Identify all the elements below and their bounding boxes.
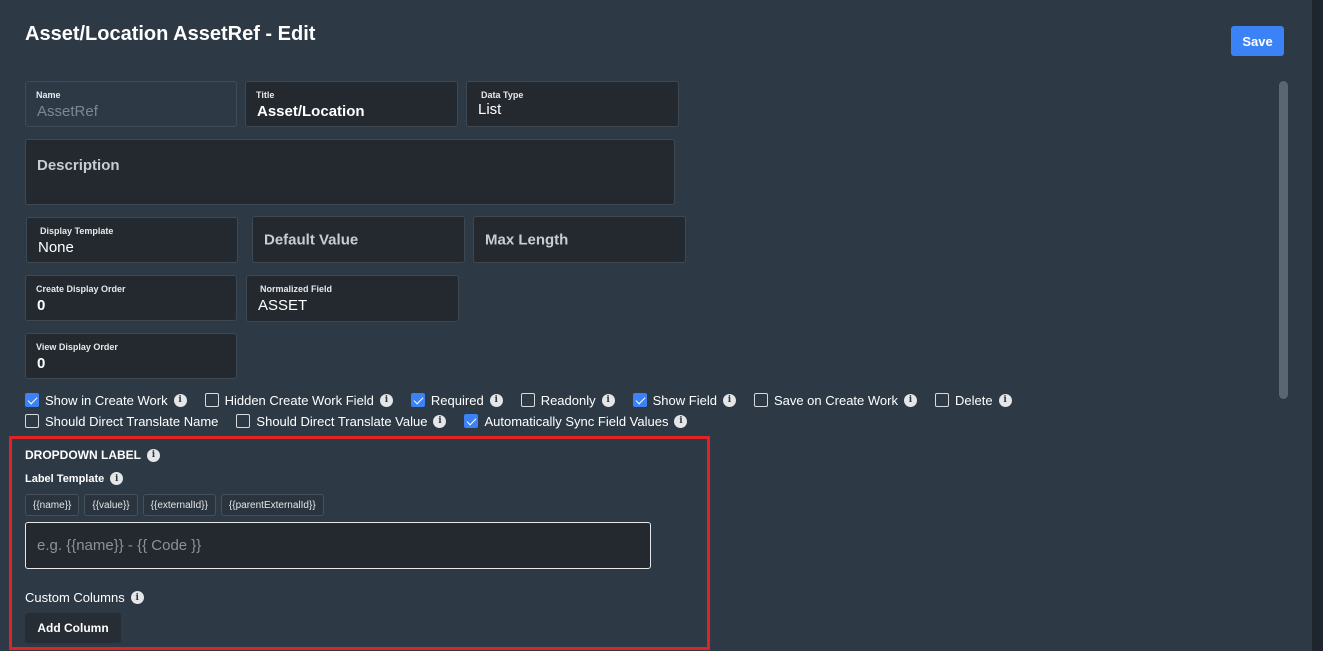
readonly-label: Readonly: [540, 392, 596, 408]
info-icon[interactable]: i: [674, 414, 688, 428]
view-display-order-field[interactable]: View Display Order 0: [25, 333, 237, 379]
data-type-select[interactable]: Data Type List: [466, 81, 679, 127]
required-checkbox[interactable]: [410, 393, 425, 407]
info-icon[interactable]: i: [173, 393, 187, 407]
info-icon[interactable]: i: [601, 393, 615, 407]
direct-translate-name-checkbox[interactable]: [25, 414, 39, 428]
info-icon[interactable]: i: [379, 393, 393, 407]
token-chip[interactable]: {{parentExternalId}}: [220, 494, 324, 516]
create-display-order-label: Create Display Order: [36, 284, 126, 294]
show-field-label: Show Field: [652, 392, 717, 408]
description-textarea[interactable]: Description: [25, 139, 675, 205]
info-icon[interactable]: i: [130, 591, 144, 604]
scrollbar-thumb[interactable]: [1279, 81, 1288, 399]
view-display-order-label: View Display Order: [36, 342, 118, 352]
name-field-value: AssetRef: [37, 103, 98, 120]
title-field-label: Title: [256, 90, 275, 100]
label-template-input[interactable]: [26, 523, 650, 568]
dropdown-label-title: DROPDOWN LABEL: [25, 448, 141, 462]
display-template-label: Display Template: [40, 226, 114, 236]
description-placeholder: Description: [37, 157, 120, 174]
delete-option[interactable]: Delete i: [934, 392, 1012, 408]
info-icon[interactable]: i: [998, 393, 1012, 407]
info-icon[interactable]: i: [903, 393, 917, 407]
token-chip[interactable]: {{externalId}}: [142, 494, 216, 516]
edit-panel: Asset/Location AssetRef - Edit Save Name…: [0, 0, 1312, 651]
info-icon[interactable]: i: [722, 393, 736, 407]
display-template-value: None: [38, 239, 74, 256]
normalized-field-value: ASSET: [258, 297, 308, 314]
max-length-field[interactable]: Max Length: [473, 216, 686, 263]
normalized-field-label: Normalized Field: [260, 284, 333, 294]
name-field[interactable]: Name AssetRef: [25, 81, 237, 127]
data-type-label: Data Type: [481, 90, 524, 100]
info-icon[interactable]: i: [110, 472, 124, 485]
show-in-create-work-label: Show in Create Work: [45, 392, 168, 408]
max-length-placeholder: Max Length: [485, 231, 569, 248]
custom-columns-heading: Custom Columns i: [25, 590, 144, 605]
save-on-create-work-option[interactable]: Save on Create Work i: [753, 392, 917, 408]
page-title: Asset/Location AssetRef - Edit: [25, 23, 316, 45]
name-field-label: Name: [36, 90, 61, 100]
auto-sync-field-values-option[interactable]: Automatically Sync Field Values i: [464, 413, 688, 429]
checkbox-row-2: Should Direct Translate Name Should Dire…: [25, 412, 701, 430]
required-label: Required: [430, 392, 484, 408]
direct-translate-value-checkbox[interactable]: [236, 414, 251, 428]
direct-translate-value-label: Should Direct Translate Value: [256, 413, 428, 429]
direct-translate-value-option[interactable]: Should Direct Translate Value i: [236, 413, 447, 429]
template-token-chips: {{name}} {{value}} {{externalId}} {{pare…: [25, 494, 329, 516]
delete-label: Delete: [954, 392, 993, 408]
label-template-title: Label Template: [25, 472, 105, 485]
info-icon[interactable]: i: [433, 414, 447, 428]
custom-columns-title: Custom Columns: [25, 590, 125, 605]
token-chip[interactable]: {{value}}: [84, 494, 138, 516]
hidden-create-work-field-option[interactable]: Hidden Create Work Field i: [204, 392, 393, 408]
info-icon[interactable]: i: [489, 393, 503, 407]
title-field-value: Asset/Location: [257, 103, 365, 120]
show-field-option[interactable]: Show Field i: [632, 392, 736, 408]
required-option[interactable]: Required i: [410, 392, 503, 408]
create-display-order-value: 0: [37, 297, 46, 314]
hidden-create-work-field-checkbox[interactable]: [204, 393, 219, 407]
info-icon[interactable]: i: [147, 448, 160, 462]
token-chip[interactable]: {{name}}: [25, 494, 80, 516]
direct-translate-name-label: Should Direct Translate Name: [45, 413, 219, 429]
data-type-value: List: [478, 101, 502, 118]
auto-sync-field-values-checkbox[interactable]: [464, 414, 479, 428]
auto-sync-field-values-label: Automatically Sync Field Values: [484, 413, 669, 429]
default-value-placeholder: Default Value: [264, 231, 359, 248]
show-in-create-work-checkbox[interactable]: [25, 393, 39, 407]
label-template-input-wrapper: [25, 522, 651, 569]
save-on-create-work-label: Save on Create Work: [773, 392, 898, 408]
show-in-create-work-option[interactable]: Show in Create Work i: [25, 393, 187, 408]
delete-checkbox[interactable]: [934, 393, 949, 407]
display-template-select[interactable]: Display Template None: [26, 217, 238, 263]
label-template-heading: Label Template i: [25, 472, 124, 485]
show-field-checkbox[interactable]: [632, 393, 647, 407]
direct-translate-name-option[interactable]: Should Direct Translate Name: [25, 414, 218, 429]
default-value-field[interactable]: Default Value: [252, 216, 465, 263]
checkbox-row-1: Show in Create Work i Hidden Create Work…: [25, 391, 1026, 409]
create-display-order-field[interactable]: Create Display Order 0: [25, 275, 237, 321]
title-field[interactable]: Title Asset/Location: [245, 81, 458, 127]
dropdown-label-heading: DROPDOWN LABEL i: [25, 448, 160, 462]
add-column-button[interactable]: Add Column: [25, 613, 121, 643]
view-display-order-value: 0: [37, 355, 46, 372]
readonly-checkbox[interactable]: [520, 393, 535, 407]
window-edge: [1312, 0, 1323, 651]
hidden-create-work-field-label: Hidden Create Work Field: [224, 392, 374, 408]
normalized-field-select[interactable]: Normalized Field ASSET: [246, 275, 459, 322]
save-button[interactable]: Save: [1231, 26, 1284, 56]
readonly-option[interactable]: Readonly i: [520, 392, 615, 408]
save-on-create-work-checkbox[interactable]: [753, 393, 768, 407]
